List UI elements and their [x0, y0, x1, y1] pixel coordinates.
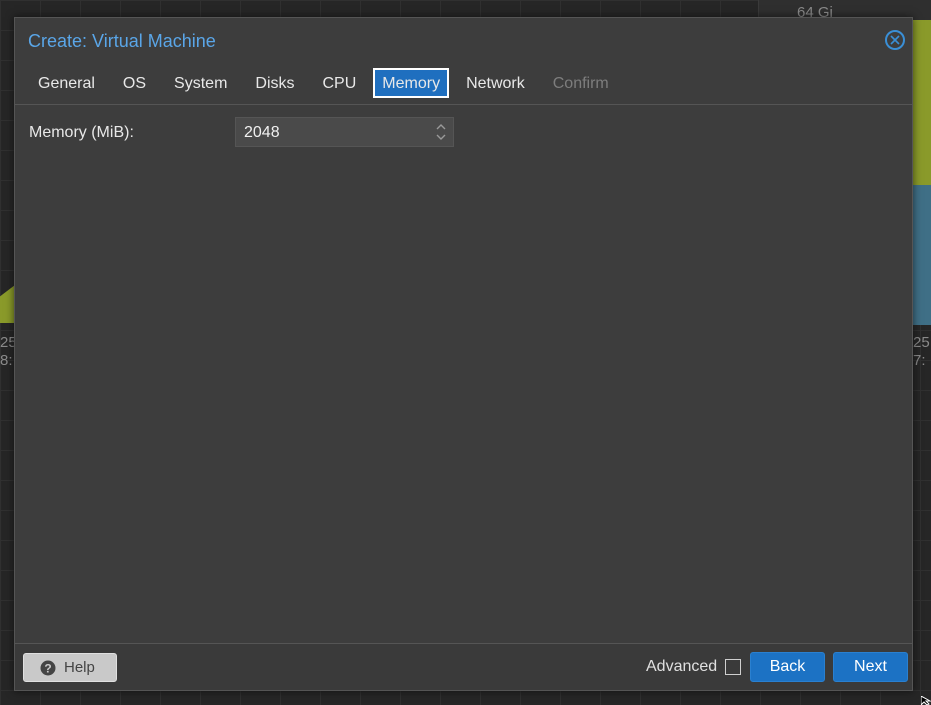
- help-button[interactable]: ? Help: [23, 653, 117, 682]
- advanced-label: Advanced: [646, 658, 718, 675]
- tab-cpu[interactable]: CPU: [312, 68, 368, 98]
- memory-field: [235, 117, 454, 148]
- background-axis-label: 7:: [913, 352, 926, 369]
- question-circle-icon: ?: [40, 660, 56, 676]
- svg-text:?: ?: [44, 662, 51, 676]
- tab-network[interactable]: Network: [455, 68, 536, 98]
- memory-input[interactable]: [236, 118, 436, 148]
- next-button[interactable]: Next: [833, 652, 908, 682]
- memory-field-label: Memory (MiB):: [29, 124, 134, 141]
- mouse-cursor-icon: [921, 696, 931, 705]
- advanced-checkbox[interactable]: [725, 659, 741, 675]
- tab-general[interactable]: General: [27, 68, 106, 98]
- dialog-titlebar[interactable]: Create: Virtual Machine: [15, 18, 912, 62]
- close-icon: [890, 35, 900, 45]
- wizard-tabs: General OS System Disks CPU Memory Netwo…: [27, 68, 626, 98]
- tab-system[interactable]: System: [163, 68, 238, 98]
- background-axis-label: 25: [913, 334, 930, 351]
- spinner-up-down-icon[interactable]: [435, 122, 447, 142]
- dialog-footer: ? Help Advanced Back Next: [15, 643, 912, 690]
- tab-confirm: Confirm: [552, 75, 609, 92]
- close-button[interactable]: [885, 30, 905, 50]
- create-vm-dialog: Create: Virtual Machine General OS Syste…: [14, 17, 913, 691]
- background-axis-label: 8:: [0, 352, 13, 369]
- memory-panel: Memory (MiB):: [15, 105, 912, 644]
- help-button-label: Help: [64, 659, 95, 676]
- back-button[interactable]: Back: [750, 652, 825, 682]
- tab-os[interactable]: OS: [112, 68, 157, 98]
- dialog-title: Create: Virtual Machine: [28, 31, 216, 51]
- tab-memory[interactable]: Memory: [373, 68, 450, 98]
- tab-disks[interactable]: Disks: [244, 68, 305, 98]
